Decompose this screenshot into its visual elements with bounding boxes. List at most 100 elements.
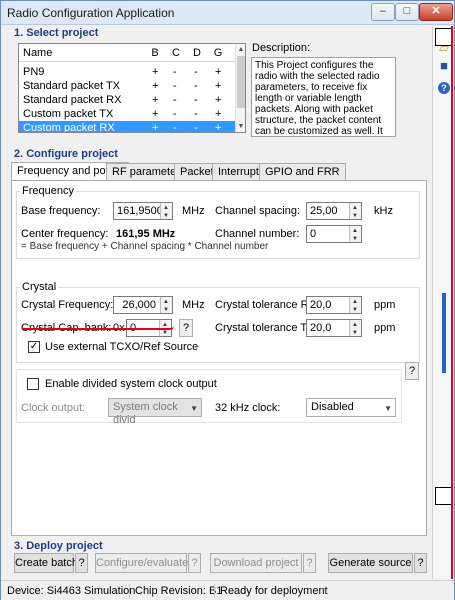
description-box: This Project configures the radio with t… [251,57,396,137]
list-item-b: + [152,122,159,133]
download-help-button[interactable]: ? [303,553,316,573]
status-divider [214,584,215,598]
crystal-tolerance-tx-value: 20,0 [310,322,332,334]
frequency-formula: = Base frequency + Channel spacing * Cha… [21,241,269,252]
description-text: This Project configures the radio with t… [255,60,383,137]
download-project-button[interactable]: Download project [210,553,302,573]
channel-number-value: 0 [310,228,317,240]
channel-number-spinner[interactable] [349,226,361,242]
crystal-frequency-unit: MHz [182,299,205,311]
list-item-c: - [173,122,177,133]
deploy-project-title: 3. Deploy project [14,540,103,552]
divided-clock-checkbox[interactable] [27,378,39,390]
column-g[interactable]: G [212,47,224,59]
list-item-d: - [194,80,198,92]
scroll-up-icon[interactable]: ▲ [236,44,245,55]
list-scrollbar[interactable]: ▲ ▼ [235,44,245,132]
channel-spacing-spinner[interactable] [349,203,361,219]
description-label: Description: [252,42,311,54]
tab-gpio-frr[interactable]: GPIO and FRR [259,163,346,180]
configure-evaluate-button[interactable]: Configure/evaluate [95,553,188,573]
crystal-tolerance-rx-label: Crystal tolerance RX: [215,299,319,311]
list-item-name: Standard packet TX [23,80,121,92]
list-item-c: - [173,94,177,106]
scroll-thumb[interactable] [237,56,245,108]
crystal-frequency-label: Crystal Frequency: [21,299,114,311]
chevron-down-icon: ▼ [190,404,198,413]
status-device: Device: Si4463 Simulation [7,585,136,597]
list-item-name: Custom packet TX [23,108,114,120]
channel-number-label: Channel number: [215,228,300,240]
list-item-g: + [215,108,222,120]
column-c[interactable]: C [170,47,182,59]
crystal-tolerance-rx-unit: ppm [374,299,396,311]
save-icon[interactable]: ■ [436,58,452,74]
crystal-frequency-input[interactable]: 26,000 [113,296,173,314]
channel-spacing-value: 25,00 [310,205,338,217]
crystal-tolerance-rx-value: 20,0 [310,299,332,311]
crystal-tolerance-tx-input[interactable]: 20,0 [306,319,362,337]
panel-scroll-indicator[interactable] [442,293,446,373]
khz-clock-select[interactable]: Disabled ▼ [306,398,396,417]
maximize-button[interactable]: □ [395,3,419,21]
window-title: Radio Configuration Application [7,6,175,20]
crystal-tolerance-tx-unit: ppm [374,322,396,334]
center-frequency-label: Center frequency: [21,228,109,240]
configure-project-title: 2. Configure project [14,148,118,160]
column-b[interactable]: B [149,47,161,59]
list-item[interactable]: Standard packet RX + - - + [19,93,235,107]
column-d[interactable]: D [191,47,203,59]
khz-clock-label: 32 kHz clock: [215,402,281,414]
crystal-tolerance-tx-label: Crystal tolerance TX: [215,322,318,334]
list-item-b: + [152,108,159,120]
scroll-down-icon[interactable]: ▼ [236,121,245,132]
channel-spacing-input[interactable]: 25,00 [306,202,362,220]
frequency-power-panel: Frequency Base frequency: 161,95000 MHz … [11,180,427,536]
crystal-group-title: Crystal [20,281,59,293]
right-edge-marker [451,26,453,579]
app-window: Radio Configuration Application – □ ✕ 1.… [0,0,455,600]
folder-open-icon[interactable]: ▱ [436,40,452,56]
channel-spacing-label: Channel spacing: [215,205,301,217]
clock-output-select[interactable]: System clock divid ▼ [108,398,202,426]
list-item-name: Standard packet RX [23,94,122,106]
base-frequency-input[interactable]: 161,95000 [113,202,173,220]
base-frequency-unit: MHz [182,205,205,217]
generate-help-button[interactable]: ? [414,553,427,573]
crystal-cap-help-button[interactable]: ? [179,319,193,337]
create-batch-help-button[interactable]: ? [75,553,88,573]
list-item[interactable]: Standard packet TX + - - + [19,79,235,93]
crystal-tolerance-tx-spinner[interactable] [349,320,361,336]
tcxo-checkbox[interactable]: ✓ [28,341,40,353]
select-project-title: 1. Select project [14,27,99,39]
list-item-d: - [194,94,198,106]
list-item[interactable]: PN9 + - - + [19,65,235,79]
status-ready: Ready for deployment [220,585,328,597]
status-divider [129,584,130,598]
list-item-d: - [194,108,198,120]
channel-number-input[interactable]: 0 [306,225,362,243]
minimize-button[interactable]: – [371,3,395,21]
configure-help-button[interactable]: ? [188,553,201,573]
create-batch-button[interactable]: Create batch [14,553,78,573]
list-item-b: + [152,80,159,92]
crystal-tolerance-rx-input[interactable]: 20,0 [306,296,362,314]
project-list[interactable]: Name B C D G PN9 + - - + Standard packet… [18,43,246,133]
list-item[interactable]: Custom packet TX + - - + [19,107,235,121]
crystal-frequency-spinner[interactable] [160,297,172,313]
list-item-d: - [194,122,198,133]
status-chip-revision: Chip Revision: B1 [135,585,223,597]
base-frequency-label: Base frequency: [21,205,101,217]
column-name[interactable]: Name [23,47,52,59]
help-icon[interactable]: ? [438,82,450,94]
base-frequency-spinner[interactable] [160,203,172,219]
close-button[interactable]: ✕ [419,3,453,21]
channel-spacing-unit: kHz [374,205,393,217]
crystal-tolerance-rx-spinner[interactable] [349,297,361,313]
main-client: 1. Select project Name B C D G PN9 + - -… [4,26,432,574]
generate-source-button[interactable]: Generate source [328,553,413,573]
divided-clock-label[interactable]: Enable divided system clock output [45,378,217,390]
clock-help-button[interactable]: ? [405,362,419,380]
tcxo-label[interactable]: Use external TCXO/Ref Source [45,341,198,353]
list-item-selected[interactable]: Custom packet RX + - - + [19,121,235,133]
